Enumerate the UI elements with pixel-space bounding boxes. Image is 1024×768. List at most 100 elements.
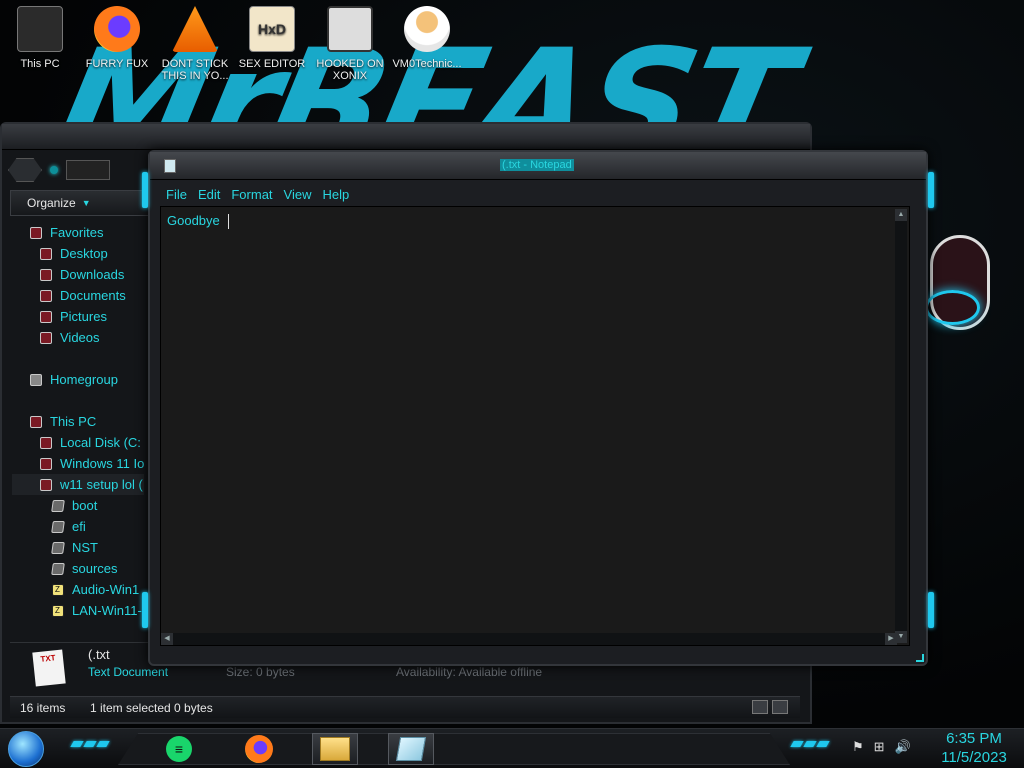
pictures-icon bbox=[40, 310, 52, 323]
nav-item-label: boot bbox=[72, 498, 98, 513]
nav-item-favorites[interactable]: Favorites bbox=[12, 222, 144, 243]
folder-icon bbox=[51, 499, 65, 512]
taskbar: ≡ ⚑ ⊞ 🔊 6:35 PM 11/5/2023 bbox=[0, 728, 1024, 768]
nav-item-label: sources bbox=[72, 561, 118, 576]
nav-item-desktop[interactable]: Desktop bbox=[12, 243, 144, 264]
nav-item-label: efi bbox=[72, 519, 86, 534]
scroll-left-icon[interactable]: ◀ bbox=[161, 633, 173, 645]
forward-button[interactable] bbox=[50, 166, 58, 174]
taskbar-app-firefox[interactable] bbox=[236, 733, 282, 765]
zip-archive-icon bbox=[52, 583, 64, 596]
notepad-titlebar[interactable]: (.txt - Notepad bbox=[150, 152, 926, 180]
notepad-icon bbox=[164, 159, 176, 173]
documents-icon bbox=[40, 289, 52, 302]
details-file-size: Size: 0 bytes bbox=[226, 665, 295, 679]
nav-item-label: Videos bbox=[60, 330, 100, 345]
desktop-icon-dont-stick[interactable]: DONT STICK THIS IN YO... bbox=[155, 4, 235, 82]
menu-view[interactable]: View bbox=[284, 187, 312, 202]
notepad-text: Goodbye bbox=[167, 213, 220, 228]
nav-item-label: LAN-Win11- bbox=[72, 603, 142, 618]
desktop-icon-furry-fux[interactable]: FURRY FUX bbox=[77, 4, 157, 70]
nav-item-sources[interactable]: sources bbox=[12, 558, 144, 579]
drive-icon bbox=[40, 457, 52, 470]
item-count: 16 items bbox=[20, 700, 66, 715]
desktop-icon-hooked-on-xonix[interactable]: HOOKED ON XONIX bbox=[310, 4, 390, 82]
details-view-icon[interactable] bbox=[752, 700, 768, 714]
desktop-icon-sex-editor[interactable]: HxD SEX EDITOR bbox=[232, 4, 312, 70]
nav-item-efi[interactable]: efi bbox=[12, 516, 144, 537]
details-file-type: Text Document bbox=[88, 665, 169, 679]
notepad-content[interactable]: Goodbye bbox=[167, 213, 229, 230]
computer-icon bbox=[17, 6, 63, 52]
vlc-cone-icon bbox=[172, 6, 218, 52]
scroll-up-icon[interactable]: ▲ bbox=[895, 209, 907, 221]
taskbar-app-notes[interactable]: ≡ bbox=[156, 733, 202, 765]
nav-item-lan[interactable]: LAN-Win11- bbox=[12, 600, 144, 621]
nav-item-label: Local Disk (C: bbox=[60, 435, 141, 450]
desktop-icon-this-pc[interactable]: This PC bbox=[0, 4, 80, 70]
notepad-text-area[interactable]: Goodbye ▲ ▼ ◀ ▶ bbox=[160, 206, 910, 646]
organize-button[interactable]: Organize ▼ bbox=[10, 190, 150, 216]
chevron-down-icon: ▼ bbox=[81, 198, 91, 208]
nav-item-local-disk[interactable]: Local Disk (C: bbox=[12, 432, 144, 453]
folder-icon bbox=[51, 541, 65, 554]
desktop-icon-label: SEX EDITOR bbox=[238, 58, 306, 70]
notepad-icon bbox=[395, 737, 427, 761]
vertical-scrollbar[interactable]: ▲ ▼ bbox=[895, 209, 907, 643]
nav-item-nst[interactable]: NST bbox=[12, 537, 144, 558]
flag-icon[interactable]: ⚑ bbox=[852, 739, 864, 755]
nav-item-homegroup[interactable]: Homegroup bbox=[12, 369, 144, 390]
firefox-icon bbox=[94, 6, 140, 52]
nav-item-w11-setup[interactable]: w11 setup lol ( bbox=[12, 474, 144, 495]
horizontal-scrollbar[interactable]: ◀ ▶ bbox=[161, 633, 897, 645]
frame-accent bbox=[928, 592, 934, 628]
nav-item-audio[interactable]: Audio-Win1 bbox=[12, 579, 144, 600]
speaker-icon[interactable]: 🔊 bbox=[895, 739, 911, 755]
clock-date: 11/5/2023 bbox=[941, 749, 1007, 766]
frame-accent bbox=[142, 172, 148, 208]
nav-item-windows11[interactable]: Windows 11 Io bbox=[12, 453, 144, 474]
preview-view-icon[interactable] bbox=[772, 700, 788, 714]
details-file-name: (.txt bbox=[88, 647, 110, 662]
start-button[interactable] bbox=[8, 731, 44, 767]
xonix-game-icon bbox=[327, 6, 373, 52]
desktop-icon bbox=[40, 247, 52, 260]
zip-archive-icon bbox=[52, 604, 64, 617]
menu-help[interactable]: Help bbox=[322, 187, 349, 202]
taskbar-app-explorer[interactable] bbox=[312, 733, 358, 765]
explorer-titlebar[interactable] bbox=[2, 124, 810, 150]
back-button[interactable] bbox=[8, 158, 42, 182]
frame-accent bbox=[928, 172, 934, 208]
nav-item-videos[interactable]: Videos bbox=[12, 327, 144, 348]
navigation-pane: Favorites Desktop Downloads Documents Pi… bbox=[12, 222, 144, 632]
clock[interactable]: 6:35 PM 11/5/2023 bbox=[932, 729, 1016, 767]
nav-item-label: Pictures bbox=[60, 309, 107, 324]
hex-editor-icon: HxD bbox=[249, 6, 295, 52]
notepad-window: (.txt - Notepad File Edit Format View He… bbox=[142, 150, 934, 666]
scroll-right-icon[interactable]: ▶ bbox=[885, 633, 897, 645]
clock-time: 6:35 PM bbox=[946, 730, 1002, 747]
explorer-navigation-bar bbox=[8, 154, 148, 186]
menu-file[interactable]: File bbox=[166, 187, 187, 202]
wallpaper-ring bbox=[925, 290, 980, 325]
downloads-icon bbox=[40, 268, 52, 281]
menu-format[interactable]: Format bbox=[231, 187, 272, 202]
nav-item-documents[interactable]: Documents bbox=[12, 285, 144, 306]
nav-item-label: Favorites bbox=[50, 225, 104, 240]
address-bar[interactable] bbox=[66, 160, 110, 180]
taskbar-app-notepad[interactable] bbox=[388, 733, 434, 765]
nav-item-boot[interactable]: boot bbox=[12, 495, 144, 516]
nav-item-downloads[interactable]: Downloads bbox=[12, 264, 144, 285]
resize-grip[interactable] bbox=[916, 654, 924, 662]
homegroup-icon bbox=[30, 373, 42, 386]
desktop-icon-vm0technic[interactable]: VM0Technic... bbox=[387, 4, 467, 70]
network-icon[interactable]: ⊞ bbox=[874, 739, 885, 755]
nav-item-this-pc[interactable]: This PC bbox=[12, 411, 144, 432]
menu-edit[interactable]: Edit bbox=[198, 187, 220, 202]
desktop-icon-label: DONT STICK THIS IN YO... bbox=[161, 58, 229, 82]
desktop-icon-label: HOOKED ON XONIX bbox=[316, 58, 384, 82]
nav-item-pictures[interactable]: Pictures bbox=[12, 306, 144, 327]
desktop-icon-label: VM0Technic... bbox=[392, 58, 462, 70]
